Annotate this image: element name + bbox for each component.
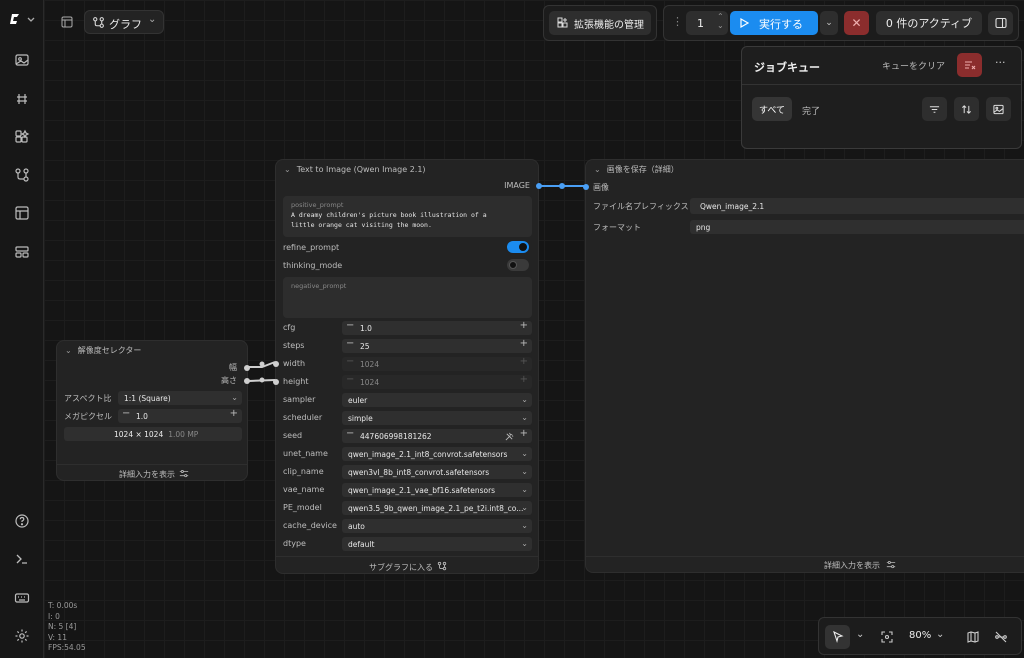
image-input-socket[interactable] bbox=[583, 184, 589, 190]
pointer-icon bbox=[832, 631, 844, 643]
collapse-chevron-icon[interactable]: ⌄ bbox=[65, 346, 72, 355]
show-advanced-link[interactable]: 詳細入力を表示 bbox=[119, 469, 175, 480]
image-input-label: 画像 bbox=[593, 183, 609, 192]
width-output-label: 幅 bbox=[229, 363, 237, 372]
format-select[interactable]: png bbox=[690, 220, 1024, 234]
image-link-midpoint[interactable] bbox=[559, 183, 565, 189]
fit-view-icon[interactable] bbox=[881, 631, 893, 643]
stat-v: V: 11 bbox=[48, 632, 67, 642]
format-label: フォーマット bbox=[593, 223, 641, 232]
stat-i: I: 0 bbox=[48, 611, 60, 621]
stat-time: T: 0.00s bbox=[48, 601, 78, 610]
collapse-chevron-icon[interactable]: ⌄ bbox=[594, 165, 601, 174]
advanced-settings-icon[interactable] bbox=[179, 469, 189, 479]
width-output-socket[interactable] bbox=[244, 365, 250, 371]
tool-chevron-down-icon[interactable]: ⌄ bbox=[856, 629, 864, 640]
advanced-settings-icon[interactable] bbox=[886, 560, 896, 570]
minus-icon[interactable]: − bbox=[122, 409, 130, 419]
image-output-socket[interactable] bbox=[536, 183, 542, 189]
resolution-selector-node[interactable]: ⌄ 解像度セレクター 幅 高さ アスペクト比 1:1 (Square) ⌄ メガピ… bbox=[56, 340, 250, 481]
chevron-down-icon: ⌄ bbox=[231, 393, 238, 402]
stat-fps: FPS:54.05 bbox=[48, 643, 86, 652]
show-advanced-link[interactable]: 詳細入力を表示 bbox=[824, 560, 880, 571]
zoom-level[interactable]: 80% bbox=[909, 630, 931, 641]
zoom-chevron-down-icon[interactable]: ⌄ bbox=[936, 629, 944, 640]
megapixel-label: メガピクセル bbox=[64, 412, 112, 421]
height-link-midpoint[interactable] bbox=[259, 377, 265, 383]
plus-icon[interactable]: + bbox=[230, 409, 238, 419]
aspect-ratio-label: アスペクト比 bbox=[64, 394, 112, 403]
node-title-bar[interactable]: ⌄ 画像を保存（詳細） bbox=[586, 160, 1024, 178]
aspect-ratio-select[interactable]: 1:1 (Square) ⌄ bbox=[118, 391, 242, 405]
width-link-midpoint[interactable] bbox=[259, 361, 265, 367]
minimap-icon[interactable] bbox=[967, 631, 979, 643]
filename-prefix-input[interactable]: Qwen_image_2.1 bbox=[690, 198, 1024, 214]
render-stats: T: 0.00s I: 0 N: 5 [4] V: 11 FPS:54.05 bbox=[48, 601, 86, 654]
filename-prefix-label: ファイル名プレフィックス bbox=[593, 202, 689, 211]
height-output-label: 高さ bbox=[221, 376, 237, 385]
node-title: 解像度セレクター bbox=[77, 345, 142, 355]
canvas-toolbar: ⌄ 80% ⌄ bbox=[818, 617, 1022, 655]
stat-nodes: N: 5 [4] bbox=[48, 622, 77, 631]
node-title: 画像を保存（詳細） bbox=[606, 164, 679, 174]
hide-links-icon[interactable] bbox=[995, 631, 1007, 643]
node-title-bar[interactable]: ⌄ 解像度セレクター bbox=[57, 341, 247, 359]
resolution-summary: 1024 × 1024 1.00 MP bbox=[64, 427, 242, 441]
height-output-socket[interactable] bbox=[244, 378, 250, 384]
select-tool-button[interactable] bbox=[825, 625, 850, 649]
megapixel-field[interactable]: − 1.0 + bbox=[118, 409, 242, 423]
save-image-node[interactable]: ⌄ 画像を保存（詳細） 画像 ファイル名プレフィックス Qwen_image_2… bbox=[583, 159, 1024, 573]
